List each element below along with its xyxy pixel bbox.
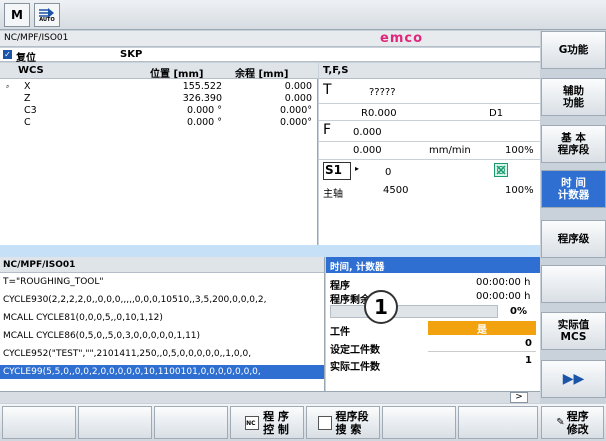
feed-value: 0.000 — [353, 127, 382, 138]
t-label: T — [323, 82, 332, 98]
actual-count-label: 实际工件数 — [330, 362, 380, 373]
scroll-band: > — [0, 391, 540, 403]
softkey-aux-function[interactable]: 辅助 功能 — [541, 78, 606, 116]
wcs-col-remaining: 余程 [mm] — [235, 69, 289, 80]
divider-band — [0, 245, 540, 257]
program-line[interactable]: MCALL CYCLE81(0,0,0,5,,0,10,1,12) — [3, 311, 163, 325]
softkey-g-function[interactable]: G功能 — [541, 31, 606, 69]
program-control-icon: NC — [245, 415, 260, 430]
softkey-empty[interactable] — [541, 265, 606, 303]
wcs-col-position: 位置 [mm] — [150, 69, 204, 80]
program-path: NC/MPF/ISO01 — [4, 33, 69, 43]
actual-count-value: 1 — [525, 355, 532, 366]
timer-counter-panel: 时间, 计数器 程序 00:00:00 h 程序剩余时间 00:00:00 h … — [326, 257, 540, 391]
remaining-time-value: 00:00:00 h — [476, 291, 531, 302]
tool-name: ????? — [369, 87, 396, 98]
scroll-right-button[interactable]: > — [510, 392, 528, 403]
program-path-header: NC/MPF/ISO01 emco — [0, 31, 540, 47]
program-line[interactable]: T="ROUGHING_TOOL" — [3, 275, 104, 289]
bottom-softkey-3[interactable] — [154, 406, 228, 439]
d-value: D1 — [489, 108, 504, 119]
feed-actual: 0.000 — [353, 145, 382, 156]
tfs-panel: T,F,S T ????? R0.000 D1 F 0.000 0.000 mm… — [319, 63, 540, 245]
table-row: Z 326.390 0.000 — [24, 93, 312, 104]
wcs-panel: WCS 位置 [mm] 余程 [mm] ⌕ X 155.522 0.000 Z … — [0, 63, 318, 245]
program-modify-button[interactable]: ✎ 程序 修改 — [541, 406, 604, 439]
skp-status: SKP — [120, 49, 143, 60]
bottom-softkey-bar: NC 程 序 控 制 程序段 搜 索 ✎ 程序 修改 — [0, 404, 606, 441]
progress-percent: 0% — [510, 306, 527, 317]
softkey-program-level[interactable]: 程序级 — [541, 220, 606, 258]
program-line-selected[interactable]: CYCLE99(5,5,0,,0,0,2,0,0,0,0,0,10,110010… — [0, 365, 324, 379]
mode-m-icon[interactable]: M — [4, 3, 30, 27]
program-time-value: 00:00:00 h — [476, 277, 531, 288]
softkey-forward-icon[interactable]: ▶▶ — [541, 360, 606, 398]
workpiece-toggle[interactable]: 是 — [428, 321, 536, 336]
bottom-softkey-7[interactable] — [458, 406, 538, 439]
spindle-selector[interactable]: S1 — [323, 162, 351, 180]
spindle-label: 主轴 — [323, 189, 343, 200]
radius-value: R0.000 — [361, 108, 397, 119]
set-count-label: 设定工件数 — [330, 345, 380, 356]
status-line: ✓ 复位 SKP — [0, 48, 540, 64]
bottom-softkey-2[interactable] — [78, 406, 152, 439]
top-toolbar: M AUTO — [0, 0, 606, 30]
spindle-override: 100% — [505, 185, 534, 196]
wcs-col-axis: WCS — [18, 65, 44, 76]
program-line[interactable]: CYCLE952("TEST","",2101411,250,,0,5,0,0,… — [3, 347, 251, 361]
feed-override: 100% — [505, 145, 534, 156]
axis-marker-icon: ⌕ — [6, 83, 10, 90]
tfs-header: T,F,S — [319, 63, 540, 79]
auto-mode-icon[interactable]: AUTO — [34, 3, 60, 27]
wcs-header: WCS 位置 [mm] 余程 [mm] — [0, 63, 318, 80]
spindle-speed: 0 — [385, 167, 392, 178]
emco-logo: emco — [380, 31, 423, 46]
softkey-basic-block[interactable]: 基 本 程序段 — [541, 125, 606, 163]
reset-status: 复位 — [16, 53, 36, 64]
workpiece-label: 工件 — [330, 327, 350, 338]
block-search-button[interactable]: 程序段 搜 索 — [306, 406, 380, 439]
edit-pencil-icon: ✎ — [556, 417, 565, 428]
bottom-softkey-1[interactable] — [2, 406, 76, 439]
program-panel-header: NC/MPF/ISO01 — [0, 257, 324, 273]
program-line[interactable]: CYCLE930(2,2,2,2,0,,0,0,0,,,,,0,0,0,1051… — [3, 293, 266, 307]
timer-header: 时间, 计数器 — [326, 257, 540, 273]
spindle-max: 4500 — [383, 185, 409, 196]
block-search-icon — [317, 415, 332, 430]
program-control-button[interactable]: NC 程 序 控 制 — [230, 406, 304, 439]
callout-number: 1 — [364, 290, 398, 324]
spindle-stop-icon — [494, 163, 508, 177]
program-panel: NC/MPF/ISO01 T="ROUGHING_TOOL" CYCLE930(… — [0, 257, 325, 391]
spindle-direction-icon: ▸ — [355, 164, 360, 173]
table-row: C3 0.000 ° 0.000° — [24, 105, 312, 116]
progress-bar — [330, 305, 498, 318]
reset-checkbox-icon: ✓ — [3, 50, 12, 59]
program-line[interactable]: MCALL CYCLE86(0,5,0,,5,0,3,0,0,0,0,0,1,1… — [3, 329, 200, 343]
table-row: C 0.000 ° 0.000° — [24, 117, 312, 128]
softkey-actual-mcs[interactable]: 实际值 MCS — [541, 312, 606, 350]
feed-unit: mm/min — [429, 145, 471, 156]
bottom-softkey-6[interactable] — [382, 406, 456, 439]
f-label: F — [323, 122, 332, 138]
program-time-label: 程序 — [330, 281, 350, 292]
softkey-time-counter[interactable]: 时 间 计数器 — [541, 170, 606, 208]
set-count-field[interactable]: 0 — [428, 338, 536, 352]
table-row: ⌕ X 155.522 0.000 — [6, 81, 312, 92]
